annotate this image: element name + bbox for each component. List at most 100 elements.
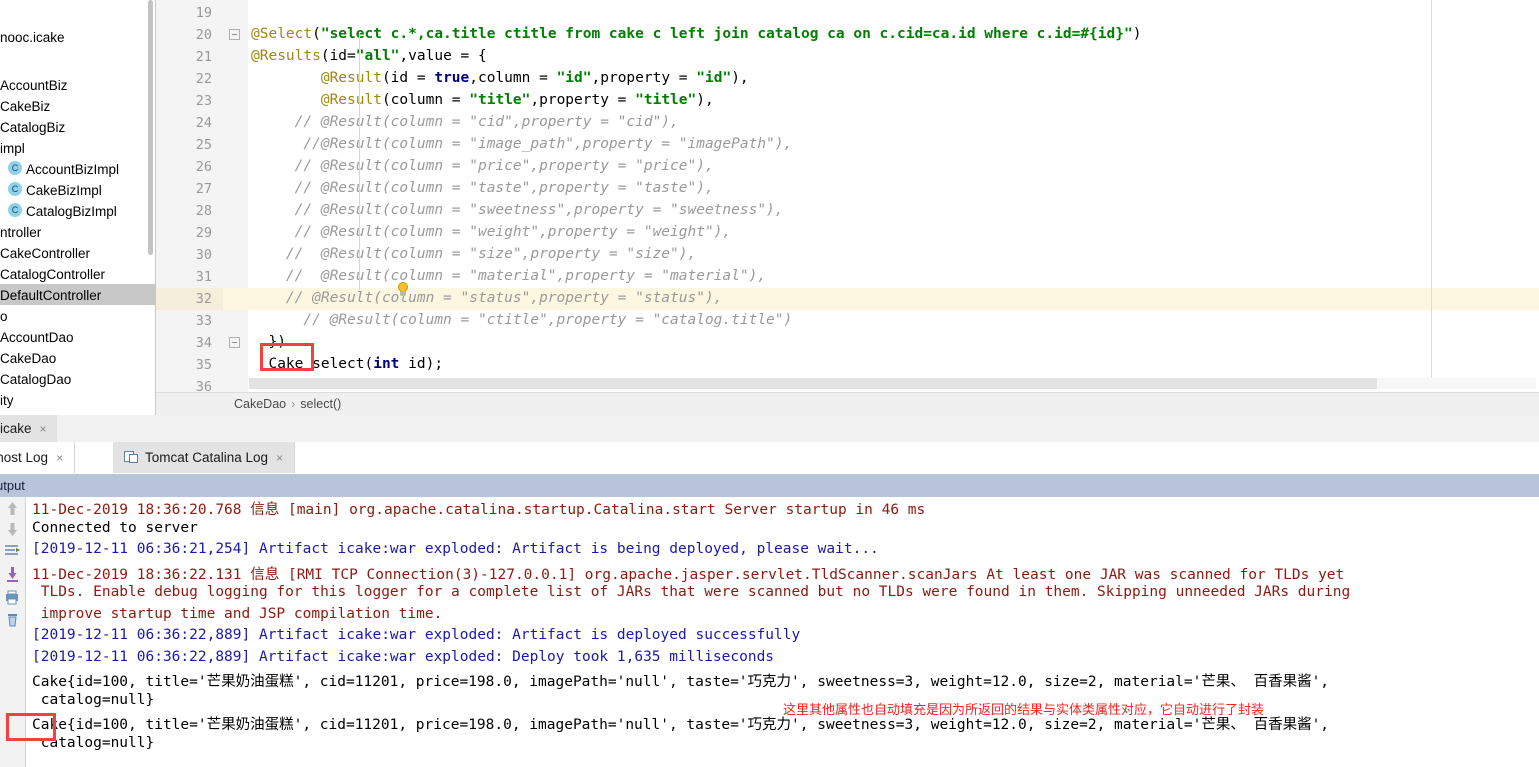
code-line[interactable]: // @Result(column = "weight",property = … xyxy=(251,224,732,240)
code-line[interactable]: @Result(column = "title",property = "tit… xyxy=(251,92,714,108)
code-line[interactable]: // @Result(column = "cid",property = "ci… xyxy=(251,114,679,130)
print-icon[interactable] xyxy=(4,589,21,606)
editor-tab-icake[interactable]: icake × xyxy=(0,415,57,442)
tree-item-o[interactable]: o xyxy=(0,305,155,326)
code-line[interactable]: // @Result(column = "size",property = "s… xyxy=(251,246,696,262)
class-icon: C xyxy=(8,161,22,176)
tree-item-label: AccountBiz xyxy=(0,77,68,93)
line-number: 30 xyxy=(195,247,212,263)
project-tree-scrollbar[interactable] xyxy=(148,0,153,255)
tree-item-nooc-icake[interactable]: nooc.icake xyxy=(0,26,155,47)
code-line[interactable]: // @Result(column = "taste",property = "… xyxy=(251,180,714,196)
console-tab-calhost-log[interactable]: calhost Log × xyxy=(0,442,76,474)
tree-item-accountbiz[interactable]: AccountBiz xyxy=(0,74,155,95)
tree-item-label: CatalogDao xyxy=(0,371,72,387)
project-tree-panel[interactable]: nooc.icake AccountBiz CakeBiz CatalogBiz imp… xyxy=(0,0,156,415)
breadcrumb-method[interactable]: select() xyxy=(300,397,341,411)
tree-item-label: ity xyxy=(0,392,14,408)
tree-item-label: impl xyxy=(0,140,25,156)
tree-item-label: AccountDao xyxy=(0,329,74,345)
tomcat-log-icon xyxy=(124,450,139,464)
close-icon[interactable]: × xyxy=(276,443,283,474)
tree-item-accountbizimpl[interactable]: C AccountBizImpl xyxy=(0,158,155,179)
code-surface[interactable]: 19 20 @Select("select c.*,ca.title ctitle … xyxy=(156,0,1539,392)
code-line[interactable]: // @Result(column = "price",property = "… xyxy=(251,158,714,174)
console-tab-label: Tomcat Catalina Log xyxy=(145,450,269,465)
line-number: 24 xyxy=(195,115,212,131)
lightbulb-intention-icon[interactable] xyxy=(396,282,410,298)
close-icon[interactable]: × xyxy=(56,443,63,474)
line-number: 23 xyxy=(195,93,212,109)
code-line[interactable]: // @Result(column = "sweetness",property… xyxy=(251,202,784,218)
tree-item-label: CakeController xyxy=(0,245,91,261)
code-fold-open-icon[interactable] xyxy=(229,29,240,40)
code-fold-close-icon[interactable] xyxy=(229,337,240,348)
tree-item-label: CakeBiz xyxy=(0,98,51,114)
breadcrumb-separator-icon: › xyxy=(291,397,296,411)
console-line: TLDs. Enable debug logging for this logg… xyxy=(32,584,1351,600)
tree-item-label: CatalogBizImpl xyxy=(26,203,117,219)
tree-item-cakecontroller[interactable]: CakeController xyxy=(0,242,155,263)
tree-item-impl[interactable]: impl xyxy=(0,137,155,158)
tree-item-label: ntroller xyxy=(0,224,42,240)
tree-item-catalogbiz[interactable]: CatalogBiz xyxy=(0,116,155,137)
tree-item-label: DefaultController xyxy=(0,287,102,303)
tree-item-label: CakeBizImpl xyxy=(26,182,102,198)
line-number: 27 xyxy=(195,181,212,197)
line-number: 34 xyxy=(195,335,212,351)
code-line[interactable]: @Select("select c.*,ca.title ctitle from… xyxy=(251,26,1141,42)
console-line: Cake{id=100, title='芒果奶油蛋糕', cid=11201, … xyxy=(32,674,1330,690)
console-line: Connected to server xyxy=(32,519,198,536)
tree-item-defaultcontroller[interactable]: DefaultController xyxy=(0,284,155,305)
indent-guide xyxy=(359,33,360,290)
console-annotation-note: 这里其他属性也自动填充是因为所返回的结果与实体类属性对应，它自动进行了封装 xyxy=(783,703,1265,718)
console-line: [2019-12-11 06:36:21,254] Artifact icake… xyxy=(32,541,879,557)
code-line[interactable]: @Result(id = true,column = "id",property… xyxy=(251,70,749,86)
code-line[interactable]: // @Result(column = "ctitle",property = … xyxy=(251,312,792,328)
tree-item-ntroller[interactable]: ntroller xyxy=(0,221,155,242)
console-line: 11-Dec-2019 18:36:22.131 信息 [RMI TCP Con… xyxy=(32,566,1345,583)
line-number: 26 xyxy=(195,159,212,175)
breadcrumb[interactable]: CakeDao › select() xyxy=(234,393,341,416)
tree-item-cakedao[interactable]: CakeDao xyxy=(0,347,155,368)
tree-item-label: CakeDao xyxy=(0,350,57,366)
console-output[interactable]: 11-Dec-2019 18:36:20.768 信息 [main] org.a… xyxy=(26,497,1539,767)
tree-item-accountdao[interactable]: AccountDao xyxy=(0,326,155,347)
right-margin-guide xyxy=(1431,0,1432,383)
class-icon: C xyxy=(8,182,22,197)
tree-item-label: AccountBizImpl xyxy=(26,161,120,177)
ide-window: nooc.icake AccountBiz CakeBiz CatalogBiz imp… xyxy=(0,0,1539,767)
tree-item-cakebizimpl[interactable]: C CakeBizImpl xyxy=(0,179,155,200)
console-line: [2019-12-11 06:36:22,889] Artifact icake… xyxy=(32,648,775,665)
cake-return-type-annotation-box xyxy=(260,343,314,371)
editor-horizontal-scrollbar-thumb[interactable] xyxy=(249,378,1377,389)
tree-item-catalogbizimpl[interactable]: C CatalogBizImpl xyxy=(0,200,155,221)
tree-item-ity[interactable]: ity xyxy=(0,389,155,410)
close-icon[interactable]: × xyxy=(40,416,47,443)
tree-item-catalogcontroller[interactable]: CatalogController xyxy=(0,263,155,284)
scroll-down-icon[interactable] xyxy=(4,521,21,538)
scroll-to-end-icon[interactable] xyxy=(4,565,21,582)
console-tab-tomcat-catalina-log[interactable]: Tomcat Catalina Log × xyxy=(113,442,296,474)
console-line: 11-Dec-2019 18:36:20.768 信息 [main] org.a… xyxy=(32,502,926,518)
console-tab-strip[interactable]: calhost Log × Tomcat Catalina Log × xyxy=(0,442,1539,475)
code-line[interactable]: // @Result(column = "material",property … xyxy=(251,268,766,284)
soft-wrap-icon[interactable] xyxy=(4,543,21,560)
editor-tab-strip[interactable]: icake × xyxy=(0,415,1539,443)
tree-item-catalogdao[interactable]: CatalogDao xyxy=(0,368,155,389)
output-header: utput xyxy=(0,474,1539,497)
console-cake-annotation-box xyxy=(6,713,56,741)
scroll-up-icon[interactable] xyxy=(4,500,21,517)
line-number: 22 xyxy=(195,71,212,87)
code-line[interactable]: // @Result(column = "status",property = … xyxy=(251,290,723,306)
code-editor[interactable]: 19 20 @Select("select c.*,ca.title ctitle … xyxy=(156,0,1539,392)
line-number: 25 xyxy=(195,137,212,153)
line-number: 36 xyxy=(195,379,212,392)
clear-all-icon[interactable] xyxy=(4,611,21,628)
breadcrumb-class[interactable]: CakeDao xyxy=(234,397,286,411)
code-line[interactable]: @Results(id="all",value = { xyxy=(251,48,487,64)
line-number: 31 xyxy=(195,269,212,285)
tree-item-cakebiz[interactable]: CakeBiz xyxy=(0,95,155,116)
code-line[interactable]: //@Result(column = "image_path",property… xyxy=(251,136,792,152)
console-line: [2019-12-11 06:36:22,889] Artifact icake… xyxy=(32,627,801,643)
